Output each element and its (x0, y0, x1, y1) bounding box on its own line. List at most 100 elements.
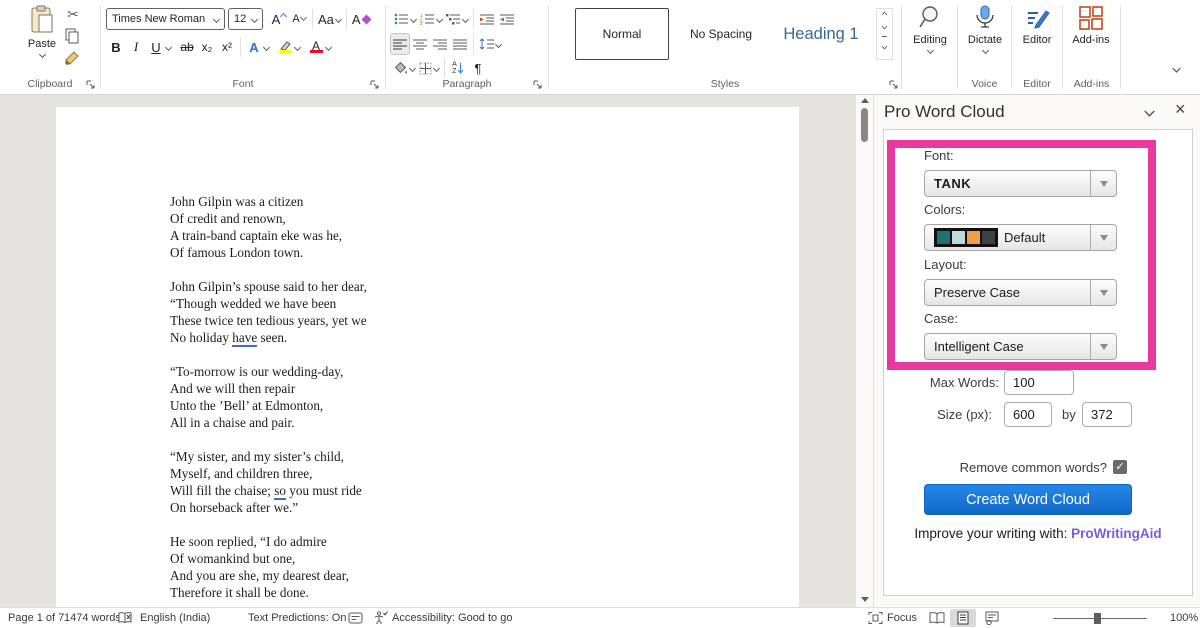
editor-group: Editor Editor (1012, 0, 1062, 94)
clear-formatting-button[interactable]: A (350, 8, 372, 30)
paragraph-dialog-launcher[interactable] (533, 80, 542, 89)
italic-button[interactable]: I (126, 36, 146, 58)
superscript-button[interactable]: x² (217, 36, 237, 58)
text-effects-chevron[interactable] (263, 43, 270, 50)
size-height-input[interactable] (1082, 402, 1132, 427)
grow-font-button[interactable]: A (269, 8, 289, 30)
accessibility-status[interactable]: Accessibility: Good to go (392, 612, 512, 624)
change-case-button[interactable]: Aa (316, 8, 343, 30)
highlight-chevron[interactable] (294, 43, 301, 50)
clipboard-group: Paste ✂ Clipboard (0, 0, 100, 94)
styles-dialog-launcher[interactable] (889, 80, 898, 89)
scroll-down-arrow[interactable] (861, 597, 869, 602)
poem-line: “My sister, and my sister’s child, (170, 448, 367, 465)
font-dialog-launcher[interactable] (370, 80, 379, 89)
line-spacing-button[interactable] (477, 33, 503, 55)
underline-dropdown-chevron[interactable] (165, 43, 172, 50)
text-predictions-indicator[interactable]: Text Predictions: On (248, 612, 346, 624)
colors-dropdown[interactable]: Default (924, 224, 1117, 251)
numbering-button[interactable]: 123 (418, 8, 444, 30)
language-indicator[interactable]: English (India) (140, 612, 210, 624)
styles-scroll-up[interactable] (882, 12, 888, 18)
highlight-button[interactable] (275, 36, 295, 58)
status-bar: Page 1 of 7 1474 words English (India) T… (0, 607, 1200, 628)
styles-scroll-down[interactable] (882, 24, 888, 30)
style-normal[interactable]: Normal (575, 8, 669, 60)
scroll-up-arrow[interactable] (861, 98, 869, 103)
bullet-list-icon (394, 13, 409, 25)
align-right-button[interactable] (430, 33, 450, 55)
font-dropdown[interactable]: TANK (924, 170, 1117, 197)
document-page[interactable]: John Gilpin was a citizen Of credit and … (56, 107, 799, 607)
decrease-indent-button[interactable] (477, 8, 497, 30)
strikethrough-button[interactable]: ab (177, 36, 197, 58)
show-marks-button[interactable]: ¶ (468, 57, 488, 79)
print-layout-icon[interactable] (950, 609, 976, 627)
case-dropdown[interactable]: Intelligent Case (924, 333, 1117, 360)
underline-button[interactable]: U (146, 36, 166, 58)
font-name-combo[interactable]: Times New Roman (106, 8, 225, 30)
layout-dropdown[interactable]: Preserve Case (924, 279, 1117, 306)
poem-line: Of womankind but one, (170, 550, 367, 567)
pane-close-icon[interactable]: × (1175, 99, 1186, 120)
pane-title: Pro Word Cloud (884, 102, 1005, 122)
shading-button[interactable] (392, 57, 417, 79)
poem-line: All in a chaise and pair. (170, 414, 367, 431)
page-indicator[interactable]: Page 1 of 7 (8, 612, 64, 624)
prowritingaid-link[interactable]: ProWritingAid (1071, 526, 1162, 541)
multilevel-list-button[interactable] (444, 8, 470, 30)
font-color-chevron[interactable] (325, 43, 332, 50)
proofing-icon[interactable] (118, 611, 133, 625)
increase-indent-button[interactable] (497, 8, 517, 30)
bold-button[interactable]: B (106, 36, 126, 58)
sort-button[interactable]: AZ (448, 57, 468, 79)
accessibility-icon[interactable] (372, 611, 388, 625)
word-count[interactable]: 1474 words (64, 612, 121, 624)
editing-button[interactable]: Editing (904, 5, 956, 75)
align-center-button[interactable] (410, 33, 430, 55)
cut-button[interactable]: ✂ (62, 6, 84, 24)
document-text[interactable]: John Gilpin was a citizen Of credit and … (170, 193, 367, 618)
zoom-slider-thumb[interactable] (1094, 613, 1101, 624)
paste-dropdown-chevron[interactable] (38, 51, 45, 58)
style-no-spacing[interactable]: No Spacing (676, 8, 766, 60)
bullets-button[interactable] (392, 8, 418, 30)
shrink-font-button[interactable]: A (289, 8, 309, 30)
align-left-button[interactable] (390, 33, 410, 55)
addins-button[interactable]: Add-ins (1065, 5, 1117, 75)
remove-common-words-checkbox[interactable]: ✓ (1113, 460, 1127, 474)
size-width-input[interactable] (1004, 402, 1052, 427)
subscript-button[interactable]: x₂ (197, 36, 217, 58)
style-heading1[interactable]: Heading 1 (768, 8, 874, 60)
format-painter-button[interactable] (64, 50, 80, 66)
dictate-button[interactable]: Dictate (959, 5, 1011, 75)
borders-icon (419, 62, 432, 75)
focus-icon[interactable] (868, 611, 883, 625)
font-size-combo[interactable]: 12 (228, 8, 263, 30)
zoom-level[interactable]: 100% (1170, 612, 1198, 624)
svg-text:3: 3 (420, 21, 423, 25)
font-color-button[interactable]: A (306, 36, 326, 58)
addins-group-label: Add-ins (1063, 78, 1120, 90)
text-effects-button[interactable]: A (244, 36, 264, 58)
ribbon-collapse-chevron[interactable] (1172, 64, 1180, 72)
focus-button[interactable]: Focus (887, 612, 917, 624)
web-layout-icon[interactable] (985, 611, 999, 625)
stanza: “My sister, and my sister’s child, Mysel… (170, 448, 367, 516)
text-predictions-icon[interactable] (348, 611, 363, 625)
max-words-input[interactable] (1004, 370, 1074, 395)
read-mode-icon[interactable] (929, 611, 945, 625)
borders-button[interactable] (417, 57, 441, 79)
pane-options-chevron[interactable] (1144, 106, 1155, 117)
editor-button[interactable]: Editor (1011, 5, 1063, 75)
copy-icon (64, 28, 80, 44)
line-spacing-icon (479, 38, 494, 50)
copy-button[interactable] (64, 28, 80, 44)
paste-button[interactable]: Paste (16, 5, 68, 75)
scrollbar-thumb[interactable] (861, 108, 868, 142)
clipboard-dialog-launcher[interactable] (86, 80, 95, 89)
create-word-cloud-button[interactable]: Create Word Cloud (924, 484, 1132, 515)
justify-button[interactable] (450, 33, 470, 55)
vertical-scrollbar[interactable] (856, 95, 873, 607)
styles-gallery-expand[interactable] (882, 36, 887, 56)
